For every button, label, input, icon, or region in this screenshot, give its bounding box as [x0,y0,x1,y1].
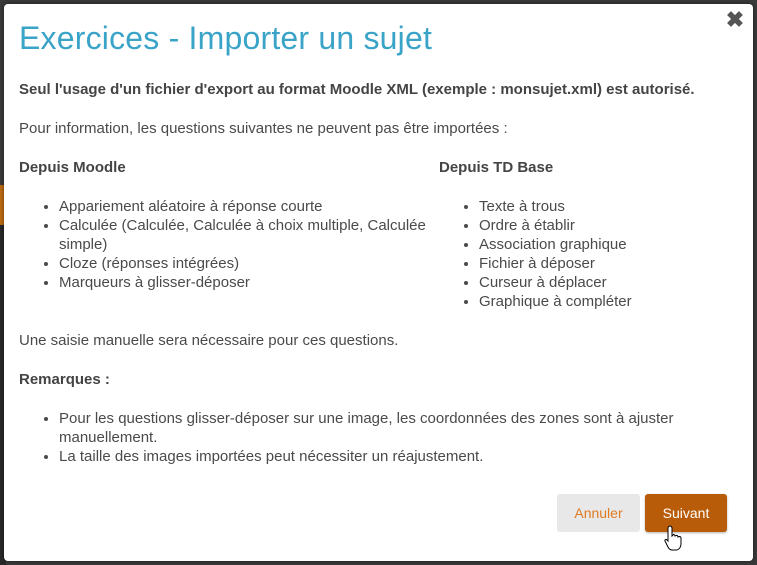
dialog-title: Exercices - Importer un sujet [19,20,433,56]
list-item: Association graphique [479,235,739,254]
hand-cursor-icon [664,525,682,551]
next-button[interactable]: Suivant [645,494,727,532]
list-item: Fichier à déposer [479,254,739,273]
intro-text: Seul l'usage d'un fichier d'export au fo… [19,81,695,98]
list-item: La taille des images importées peut néce… [59,447,739,466]
remarks-heading: Remarques : [19,371,110,388]
list-item: Texte à trous [479,197,739,216]
list-item: Calculée (Calculée, Calculée à choix mul… [59,216,439,254]
list-item: Graphique à compléter [479,292,739,311]
list-item: Curseur à déplacer [479,273,739,292]
remarks-list: Pour les questions glisser-déposer sur u… [19,409,739,466]
moodle-list: Appariement aléatoire à réponse courte C… [19,197,439,292]
moodle-column: Depuis Moodle Appariement aléatoire à ré… [19,158,439,311]
list-item: Marqueurs à glisser-déposer [59,273,439,292]
unsupported-columns: Depuis Moodle Appariement aléatoire à ré… [19,158,739,311]
close-icon[interactable]: ✖ [725,9,745,31]
moodle-heading: Depuis Moodle [19,159,126,176]
info-text: Pour information, les questions suivante… [19,120,508,137]
cancel-button[interactable]: Annuler [557,494,640,532]
dialog-content: Seul l'usage d'un fichier d'export au fo… [19,80,739,466]
manual-entry-note: Une saisie manuelle sera nécessaire pour… [19,332,399,349]
tdbase-list: Texte à trous Ordre à établir Associatio… [439,197,739,311]
list-item: Pour les questions glisser-déposer sur u… [59,409,739,447]
list-item: Cloze (réponses intégrées) [59,254,439,273]
tdbase-column: Depuis TD Base Texte à trous Ordre à éta… [439,158,739,311]
tdbase-heading: Depuis TD Base [439,159,554,176]
list-item: Appariement aléatoire à réponse courte [59,197,439,216]
import-dialog: ✖ Exercices - Importer un sujet Seul l'u… [4,4,753,561]
list-item: Ordre à établir [479,216,739,235]
